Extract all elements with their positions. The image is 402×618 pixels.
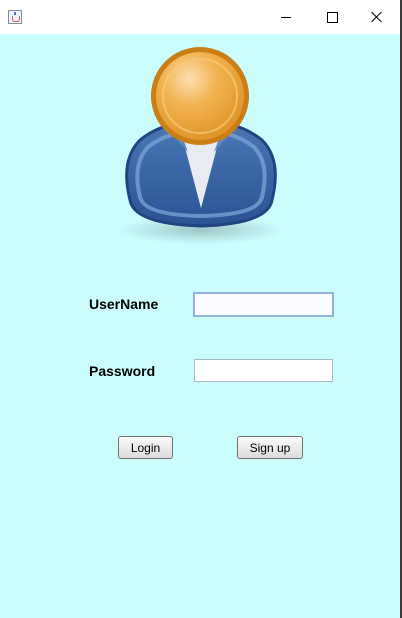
minimize-button[interactable] xyxy=(263,0,309,34)
user-avatar-icon xyxy=(117,47,285,244)
username-label: UserName xyxy=(89,296,159,312)
password-label: Password xyxy=(89,363,156,379)
login-window: UserName Password Login Sign up xyxy=(0,0,402,618)
maximize-button[interactable] xyxy=(309,0,355,34)
close-icon xyxy=(371,11,383,23)
title-bar[interactable] xyxy=(0,0,400,34)
minimize-icon xyxy=(281,16,291,18)
signup-button[interactable]: Sign up xyxy=(237,436,303,459)
java-cup-icon xyxy=(8,10,22,24)
password-field[interactable] xyxy=(194,359,333,382)
login-button[interactable]: Login xyxy=(118,436,173,459)
maximize-icon xyxy=(326,11,338,23)
close-button[interactable] xyxy=(354,0,400,34)
username-field[interactable] xyxy=(193,292,334,317)
